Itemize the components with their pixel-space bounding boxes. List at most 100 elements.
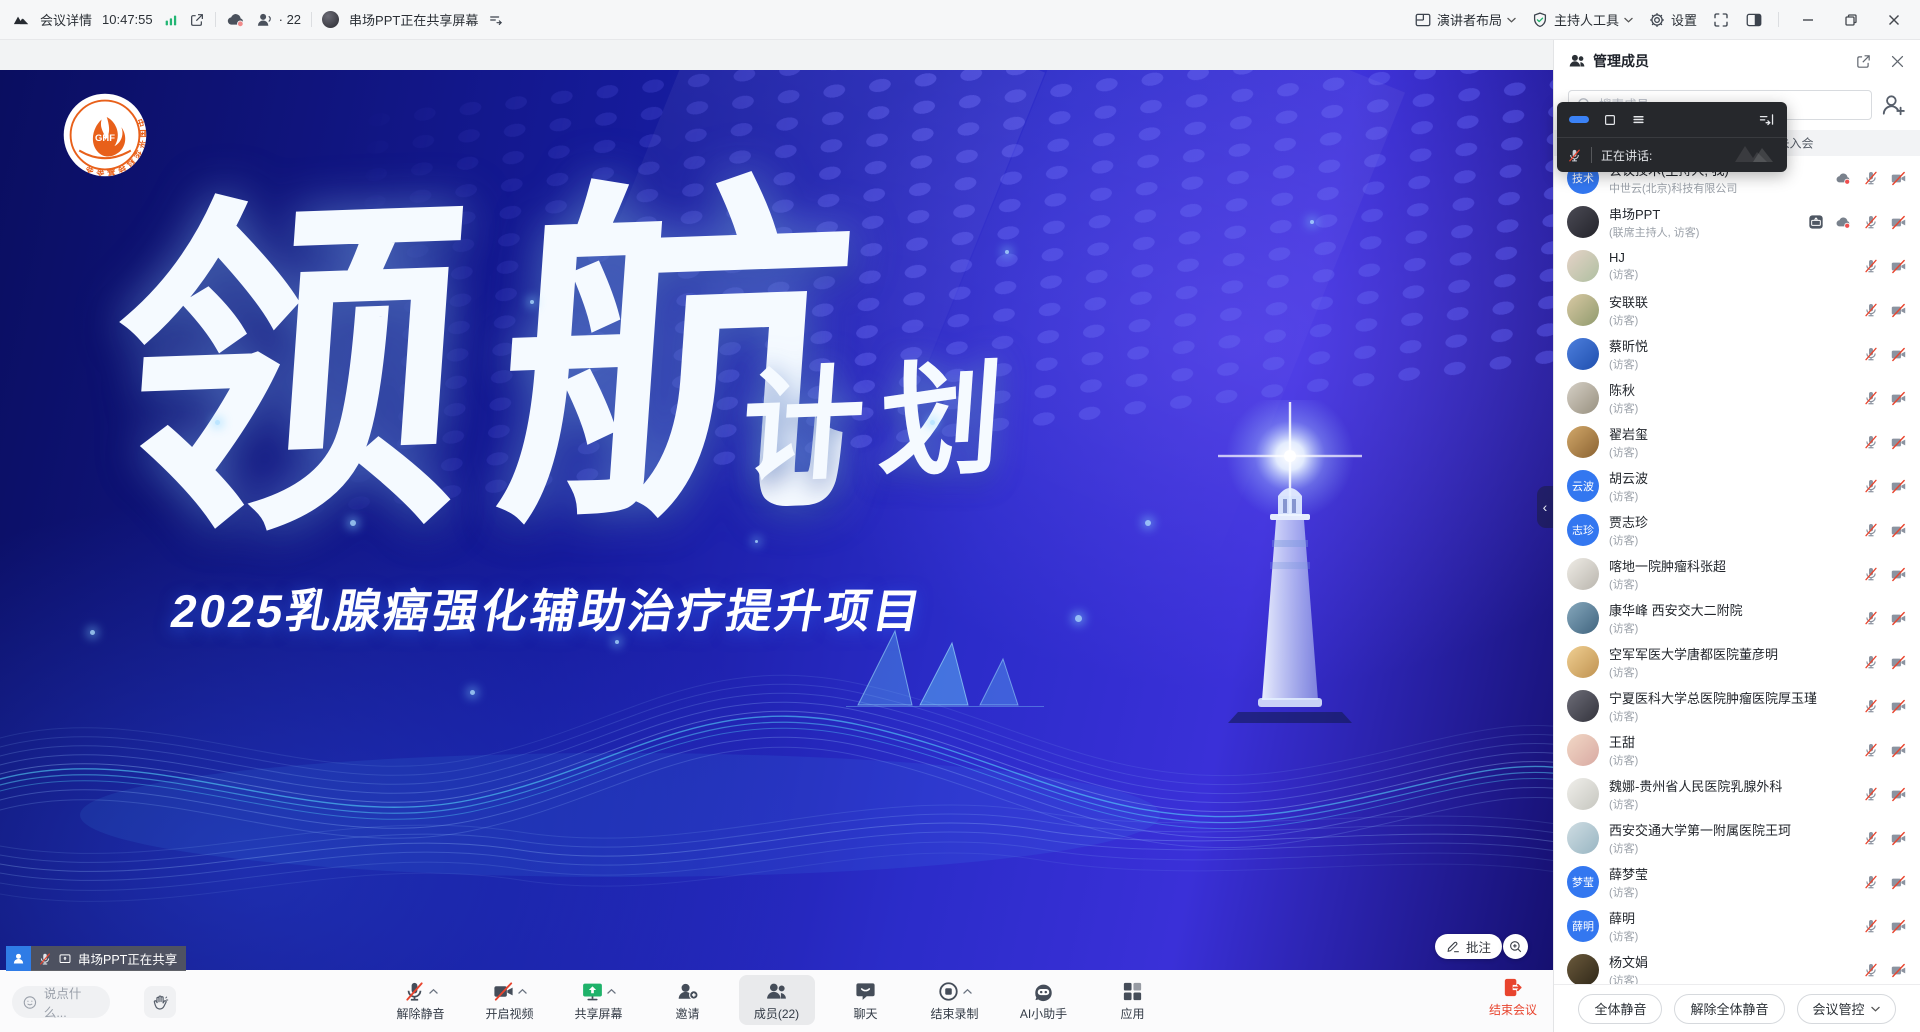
member-camera-muted-icon[interactable] bbox=[1890, 434, 1907, 451]
screen-share-button[interactable]: 共享屏幕 bbox=[561, 975, 637, 1025]
member-row[interactable]: 喀地一院肿瘤科张超 (访客) bbox=[1554, 552, 1920, 596]
close-window-button[interactable] bbox=[1880, 6, 1908, 34]
member-row[interactable]: 陈秋 (访客) bbox=[1554, 376, 1920, 420]
member-camera-muted-icon[interactable] bbox=[1890, 566, 1907, 583]
member-row[interactable]: 蔡昕悦 (访客) bbox=[1554, 332, 1920, 376]
member-mic-muted-icon[interactable] bbox=[1863, 698, 1879, 714]
member-camera-muted-icon[interactable] bbox=[1890, 698, 1907, 715]
member-mic-muted-icon[interactable] bbox=[1863, 654, 1879, 670]
member-camera-muted-icon[interactable] bbox=[1890, 742, 1907, 759]
member-mic-muted-icon[interactable] bbox=[1863, 742, 1879, 758]
mute-all-button[interactable]: 全体静音 bbox=[1578, 994, 1662, 1024]
member-mic-muted-icon[interactable] bbox=[1863, 874, 1879, 890]
member-camera-muted-icon[interactable] bbox=[1890, 610, 1907, 627]
member-camera-muted-icon[interactable] bbox=[1890, 654, 1907, 671]
member-camera-muted-icon[interactable] bbox=[1890, 346, 1907, 363]
network-signal-icon[interactable] bbox=[163, 12, 179, 28]
floating-video-dock[interactable]: 正在讲话: bbox=[1557, 102, 1787, 172]
ai-assistant-button[interactable]: AI小助手 bbox=[1006, 975, 1082, 1025]
cloud-recording-icon[interactable] bbox=[226, 10, 246, 30]
close-panel-icon[interactable] bbox=[1889, 53, 1906, 70]
unmute-all-button[interactable]: 解除全体静音 bbox=[1674, 994, 1784, 1024]
add-member-button[interactable] bbox=[1880, 92, 1906, 118]
member-row[interactable]: 宁夏医科大学总医院肿瘤医院厚玉瑾 (访客) bbox=[1554, 684, 1920, 728]
member-camera-muted-icon[interactable] bbox=[1890, 874, 1907, 891]
member-row[interactable]: HJ (访客) bbox=[1554, 244, 1920, 288]
side-panel-toggle-icon[interactable] bbox=[1745, 11, 1763, 29]
member-camera-muted-icon[interactable] bbox=[1890, 302, 1907, 319]
host-tools-button[interactable]: 主持人工具 bbox=[1531, 10, 1633, 29]
sharing-options-icon[interactable] bbox=[488, 12, 504, 28]
pop-out-window-icon[interactable] bbox=[189, 12, 205, 28]
member-mic-muted-icon[interactable] bbox=[1863, 302, 1879, 318]
member-row[interactable]: 串场PPT (联席主持人, 访客) bbox=[1554, 200, 1920, 244]
collapse-panel-tab[interactable]: ‹ bbox=[1537, 486, 1553, 528]
member-camera-muted-icon[interactable] bbox=[1890, 214, 1907, 231]
invite-button[interactable]: 邀请 bbox=[650, 975, 726, 1025]
member-row[interactable]: 安联联 (访客) bbox=[1554, 288, 1920, 332]
member-mic-muted-icon[interactable] bbox=[1863, 918, 1879, 934]
minimize-videos-icon[interactable] bbox=[1569, 116, 1589, 123]
fullscreen-icon[interactable] bbox=[1712, 11, 1730, 29]
member-camera-muted-icon[interactable] bbox=[1890, 830, 1907, 847]
member-camera-muted-icon[interactable] bbox=[1890, 962, 1907, 979]
dock-to-side-icon[interactable] bbox=[1758, 111, 1775, 128]
member-camera-muted-icon[interactable] bbox=[1890, 390, 1907, 407]
camera-muted-button[interactable]: 开启视频 bbox=[472, 975, 548, 1025]
raise-hand-button[interactable] bbox=[144, 986, 176, 1018]
apps-button[interactable]: 应用 bbox=[1095, 975, 1171, 1025]
member-row[interactable]: 王甜 (访客) bbox=[1554, 728, 1920, 772]
member-camera-muted-icon[interactable] bbox=[1890, 170, 1907, 187]
member-row[interactable]: 西安交通大学第一附属医院王珂 (访客) bbox=[1554, 816, 1920, 860]
chevron-up-icon[interactable] bbox=[518, 987, 527, 996]
mic-muted-button[interactable]: 解除静音 bbox=[383, 975, 459, 1025]
chevron-up-icon[interactable] bbox=[963, 987, 972, 996]
restore-window-button[interactable] bbox=[1837, 6, 1865, 34]
chevron-up-icon[interactable] bbox=[607, 987, 616, 996]
member-mic-muted-icon[interactable] bbox=[1863, 214, 1879, 230]
single-view-icon[interactable] bbox=[1603, 113, 1617, 127]
chat-button[interactable]: 聊天 bbox=[828, 975, 904, 1025]
end-meeting-button[interactable]: 结束会议 bbox=[1489, 976, 1537, 1018]
member-mic-muted-icon[interactable] bbox=[1863, 170, 1879, 186]
member-mic-muted-icon[interactable] bbox=[1863, 258, 1879, 274]
popout-panel-icon[interactable] bbox=[1855, 53, 1872, 70]
member-row[interactable]: 云波 胡云波 (访客) bbox=[1554, 464, 1920, 508]
member-camera-muted-icon[interactable] bbox=[1890, 478, 1907, 495]
member-camera-muted-icon[interactable] bbox=[1890, 258, 1907, 275]
stop-record-button[interactable]: 结束录制 bbox=[917, 975, 993, 1025]
member-row[interactable]: 志珍 贾志珍 (访客) bbox=[1554, 508, 1920, 552]
member-row[interactable]: 梦莹 薛梦莹 (访客) bbox=[1554, 860, 1920, 904]
layout-button[interactable]: 演讲者布局 bbox=[1414, 10, 1516, 29]
member-row[interactable]: 康华峰 西安交大二附院 (访客) bbox=[1554, 596, 1920, 640]
sharer-person-icon[interactable] bbox=[6, 946, 31, 971]
member-list[interactable]: 技术 会议技术(主持人, 我) 中世云(北京)科技有限公司 串场PPT (联席主… bbox=[1554, 156, 1920, 984]
member-row[interactable]: 薛明 薛明 (访客) bbox=[1554, 904, 1920, 948]
member-camera-muted-icon[interactable] bbox=[1890, 786, 1907, 803]
member-mic-muted-icon[interactable] bbox=[1863, 346, 1879, 362]
settings-button[interactable]: 设置 bbox=[1648, 10, 1697, 29]
member-mic-muted-icon[interactable] bbox=[1863, 830, 1879, 846]
members-button[interactable]: 成员(22) bbox=[739, 975, 815, 1025]
member-mic-muted-icon[interactable] bbox=[1863, 434, 1879, 450]
member-row[interactable]: 魏娜-贵州省人民医院乳腺外科 (访客) bbox=[1554, 772, 1920, 816]
chevron-up-icon[interactable] bbox=[429, 987, 438, 996]
list-view-icon[interactable] bbox=[1631, 112, 1646, 127]
meeting-controls-button[interactable]: 会议管控 bbox=[1797, 994, 1896, 1024]
participant-count[interactable]: · 22 bbox=[256, 11, 301, 29]
meeting-details-button[interactable]: 会议详情 bbox=[40, 10, 92, 29]
member-mic-muted-icon[interactable] bbox=[1863, 786, 1879, 802]
member-mic-muted-icon[interactable] bbox=[1863, 962, 1879, 978]
member-mic-muted-icon[interactable] bbox=[1863, 522, 1879, 538]
minimize-button[interactable] bbox=[1794, 6, 1822, 34]
member-camera-muted-icon[interactable] bbox=[1890, 918, 1907, 935]
member-mic-muted-icon[interactable] bbox=[1863, 390, 1879, 406]
member-row[interactable]: 空军军医大学唐都医院董彦明 (访客) bbox=[1554, 640, 1920, 684]
member-row[interactable]: 杨文娟 (访客) bbox=[1554, 948, 1920, 984]
quick-chat-input[interactable]: 说点什么... bbox=[12, 986, 110, 1018]
member-camera-muted-icon[interactable] bbox=[1890, 522, 1907, 539]
member-mic-muted-icon[interactable] bbox=[1863, 478, 1879, 494]
zoom-button[interactable] bbox=[1503, 934, 1528, 959]
member-mic-muted-icon[interactable] bbox=[1863, 566, 1879, 582]
member-row[interactable]: 翟岩玺 (访客) bbox=[1554, 420, 1920, 464]
